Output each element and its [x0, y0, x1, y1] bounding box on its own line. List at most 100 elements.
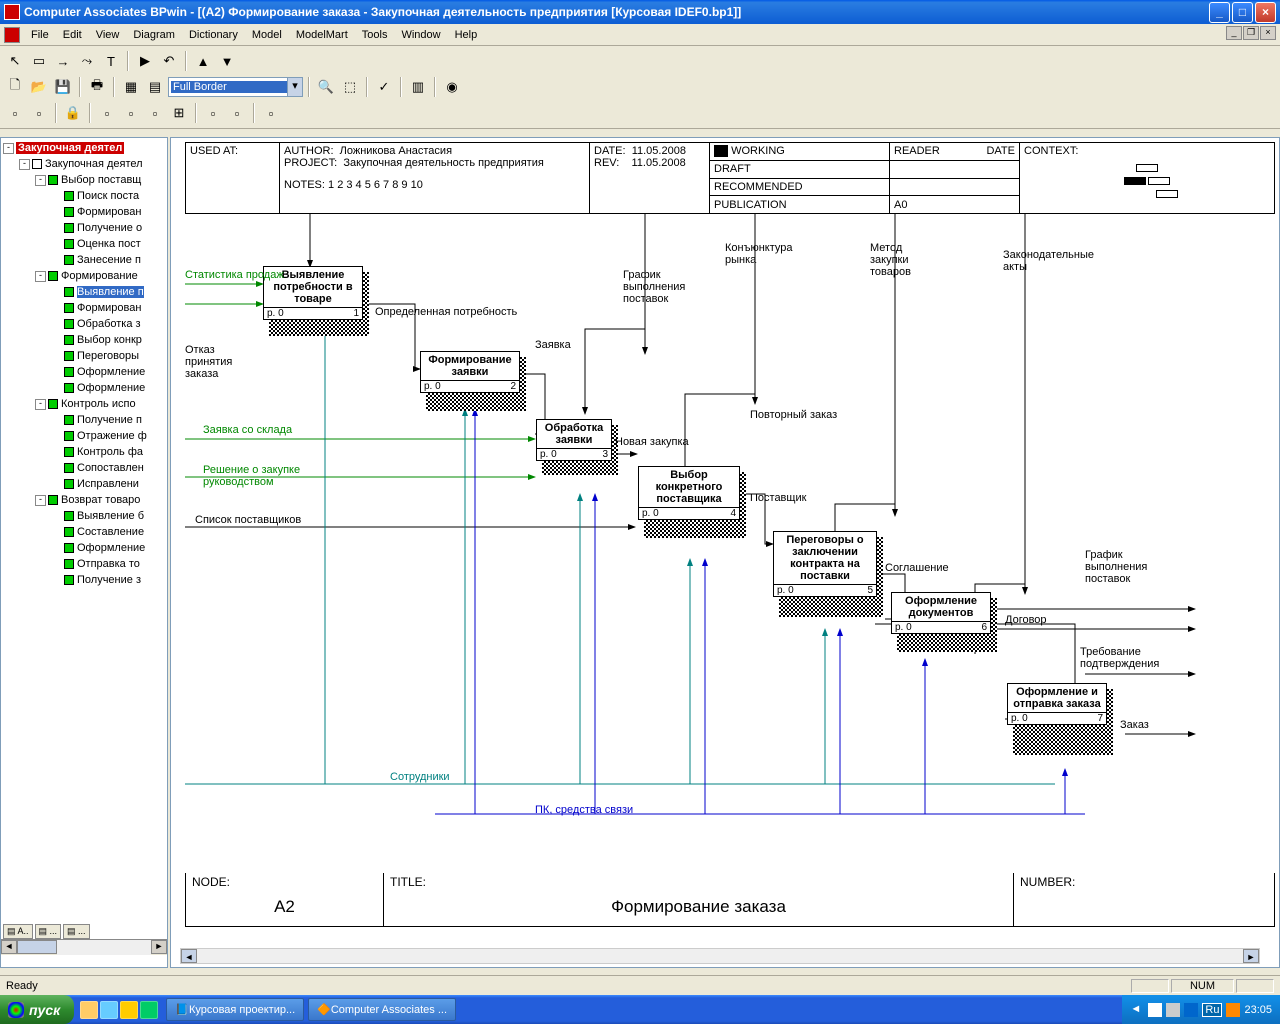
undo-icon[interactable]: ↶	[158, 50, 180, 72]
tree-tab-objects[interactable]: ▤ ...	[63, 924, 90, 939]
mm2-icon[interactable]: ▫	[28, 102, 50, 124]
mm4-icon[interactable]: ▫	[120, 102, 142, 124]
play-icon[interactable]: ▶	[134, 50, 156, 72]
lang-indicator[interactable]: Ru	[1202, 1003, 1222, 1017]
mm1-icon[interactable]: ▫	[4, 102, 26, 124]
tree-hscroll[interactable]: ◄ ►	[1, 939, 167, 955]
mm3-icon[interactable]: ▫	[96, 102, 118, 124]
menu-edit[interactable]: Edit	[56, 27, 89, 43]
mdi-restore-button[interactable]: ❐	[1243, 26, 1259, 40]
zoom-in-icon[interactable]: 🔍	[315, 76, 337, 98]
tree-tab-diagrams[interactable]: ▤ ...	[35, 924, 62, 939]
explorer-icon[interactable]: ▤	[144, 76, 166, 98]
tree-item[interactable]: Возврат товаро	[61, 494, 140, 506]
mdi-sys-icon[interactable]	[4, 27, 20, 43]
diagram-body[interactable]: Выявление потребности в товаре p. 01 Фор…	[185, 214, 1275, 873]
text-tool-icon[interactable]: T	[100, 50, 122, 72]
menu-tools[interactable]: Tools	[355, 27, 395, 43]
new-icon[interactable]: 🗋	[4, 76, 26, 98]
tree-item[interactable]: Поиск поста	[77, 190, 139, 202]
activity-box-3[interactable]: Обработка заявки p. 03	[536, 419, 612, 461]
modelmart-icon[interactable]: ◉	[441, 76, 463, 98]
tree-item[interactable]: Формирован	[77, 302, 141, 314]
activity-box-6[interactable]: Оформление документов p. 06	[891, 592, 991, 634]
system-tray[interactable]: ◄ Ru 23:05	[1122, 995, 1280, 1024]
expand-icon[interactable]: -	[35, 271, 46, 282]
tree-root[interactable]: Закупочная деятел	[16, 142, 124, 154]
tree-item[interactable]: Отправка то	[77, 558, 140, 570]
mm5-icon[interactable]: ▫	[144, 102, 166, 124]
activity-box-2[interactable]: Формирование заявки p. 02	[420, 351, 520, 393]
tree-item[interactable]: Контроль фа	[77, 446, 143, 458]
menu-model[interactable]: Model	[245, 27, 289, 43]
tree-item[interactable]: Получение п	[77, 414, 142, 426]
arrow-tool-icon[interactable]: →	[52, 50, 74, 72]
tree-item[interactable]: Сопоставлен	[77, 462, 144, 474]
ql-icon[interactable]	[140, 1001, 158, 1019]
tree-item[interactable]: Составление	[77, 526, 144, 538]
clock[interactable]: 23:05	[1244, 1004, 1272, 1016]
palette-icon[interactable]: ▦	[120, 76, 142, 98]
menu-diagram[interactable]: Diagram	[126, 27, 182, 43]
tree-item-selected[interactable]: Выявление п	[77, 286, 144, 298]
tree-item[interactable]: Оформление	[77, 366, 145, 378]
scroll-left-icon[interactable]: ◄	[181, 949, 197, 963]
down-icon[interactable]: ▼	[216, 50, 238, 72]
lock-icon[interactable]: 🔒	[62, 102, 84, 124]
spellcheck-icon[interactable]: ✓	[373, 76, 395, 98]
menu-view[interactable]: View	[89, 27, 127, 43]
tree-item[interactable]: Переговоры	[77, 350, 139, 362]
tree-item[interactable]: Исправлени	[77, 478, 139, 490]
expand-icon[interactable]: -	[35, 399, 46, 410]
close-button[interactable]: ×	[1255, 2, 1276, 23]
expand-icon[interactable]: -	[35, 495, 46, 506]
mm8-icon[interactable]: ▫	[260, 102, 282, 124]
tree-item[interactable]: Получение з	[77, 574, 141, 586]
tree-item[interactable]: Выбор поставщ	[61, 174, 141, 186]
tree-tab-activities[interactable]: ▤ A..	[3, 924, 33, 939]
tree-item[interactable]: Обработка з	[77, 318, 141, 330]
menu-dictionary[interactable]: Dictionary	[182, 27, 245, 43]
open-icon[interactable]: 📂	[28, 76, 50, 98]
tray-icon[interactable]: ◄	[1130, 1003, 1144, 1017]
chevron-down-icon[interactable]: ▾	[287, 78, 302, 96]
mm6-icon[interactable]: ▫	[202, 102, 224, 124]
tree-item[interactable]: Выбор конкр	[77, 334, 142, 346]
pointer-tool-icon[interactable]: ↖	[4, 50, 26, 72]
activity-box-4[interactable]: Выбор конкретного поставщика p. 04	[638, 466, 740, 520]
tray-icon[interactable]	[1226, 1003, 1240, 1017]
tree-item[interactable]: Выявление б	[77, 510, 144, 522]
tree-item[interactable]: Оформление	[77, 382, 145, 394]
up-icon[interactable]: ▲	[192, 50, 214, 72]
print-icon[interactable]: 🖶	[86, 76, 108, 98]
taskbar-button[interactable]: 📘 Курсовая проектир...	[166, 998, 304, 1021]
scroll-left-icon[interactable]: ◄	[1, 940, 17, 954]
report-icon[interactable]: ▥	[407, 76, 429, 98]
expand-icon[interactable]: -	[35, 175, 46, 186]
menu-modelmart[interactable]: ModelMart	[289, 27, 355, 43]
tree-item[interactable]: Получение о	[77, 222, 142, 234]
scroll-right-icon[interactable]: ►	[1243, 949, 1259, 963]
tree-item[interactable]: Оценка пост	[77, 238, 141, 250]
tray-icon[interactable]	[1166, 1003, 1180, 1017]
tree-item[interactable]: Закупочная деятел	[45, 158, 143, 170]
tree-item[interactable]: Формирование	[61, 270, 138, 282]
mdi-minimize-button[interactable]: _	[1226, 26, 1242, 40]
menu-window[interactable]: Window	[394, 27, 447, 43]
tray-icon[interactable]	[1148, 1003, 1162, 1017]
mdi-close-button[interactable]: ×	[1260, 26, 1276, 40]
tree-item[interactable]: Отражение ф	[77, 430, 147, 442]
minimize-button[interactable]: _	[1209, 2, 1230, 23]
scroll-right-icon[interactable]: ►	[151, 940, 167, 954]
zoom-combo[interactable]: Full Border ▾	[168, 77, 303, 97]
tree-item[interactable]: Оформление	[77, 542, 145, 554]
grid-icon[interactable]: ⊞	[168, 102, 190, 124]
expand-icon[interactable]: -	[3, 143, 14, 154]
tree-item[interactable]: Формирован	[77, 206, 141, 218]
ql-icon[interactable]	[80, 1001, 98, 1019]
menu-help[interactable]: Help	[448, 27, 485, 43]
mm7-icon[interactable]: ▫	[226, 102, 248, 124]
zoom-area-icon[interactable]: ⬚	[339, 76, 361, 98]
start-button[interactable]: пуск	[0, 995, 74, 1024]
activity-box-7[interactable]: Оформление и отправка заказа p. 07	[1007, 683, 1107, 725]
